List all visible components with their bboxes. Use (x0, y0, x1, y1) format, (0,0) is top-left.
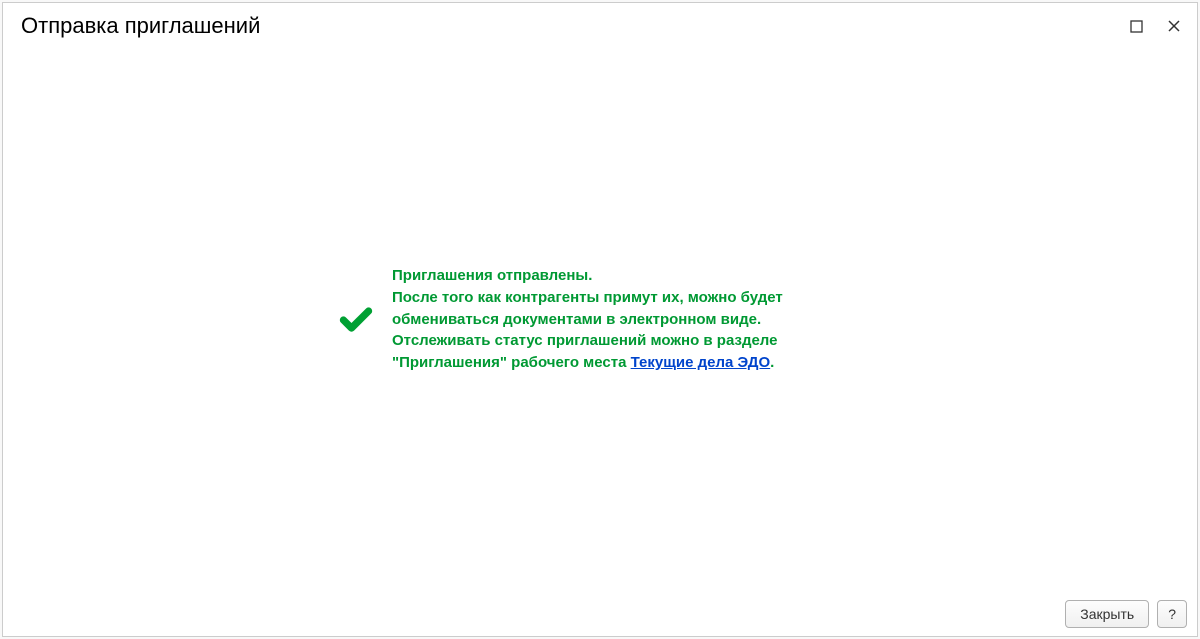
header-controls (1128, 17, 1183, 35)
check-icon (338, 302, 374, 338)
message-line-1: Приглашения отправлены. (392, 267, 592, 284)
dialog-footer: Закрыть ? (3, 592, 1197, 636)
message-block: Приглашения отправлены. После того как к… (338, 265, 862, 374)
dialog-window: Отправка приглашений Приглашения отправл… (2, 2, 1198, 637)
maximize-icon (1130, 20, 1143, 33)
close-window-button[interactable] (1165, 17, 1183, 35)
maximize-button[interactable] (1128, 18, 1145, 35)
message-line-2: После того как контрагенты примут их, мо… (392, 289, 783, 328)
dialog-content: Приглашения отправлены. После того как к… (3, 47, 1197, 592)
close-icon (1167, 19, 1181, 33)
message-period: . (770, 354, 774, 371)
edo-link[interactable]: Текущие дела ЭДО (631, 354, 771, 371)
close-button[interactable]: Закрыть (1065, 600, 1149, 628)
message-text: Приглашения отправлены. После того как к… (392, 265, 862, 374)
help-button[interactable]: ? (1157, 600, 1187, 628)
dialog-header: Отправка приглашений (3, 3, 1197, 47)
dialog-title: Отправка приглашений (21, 13, 260, 39)
